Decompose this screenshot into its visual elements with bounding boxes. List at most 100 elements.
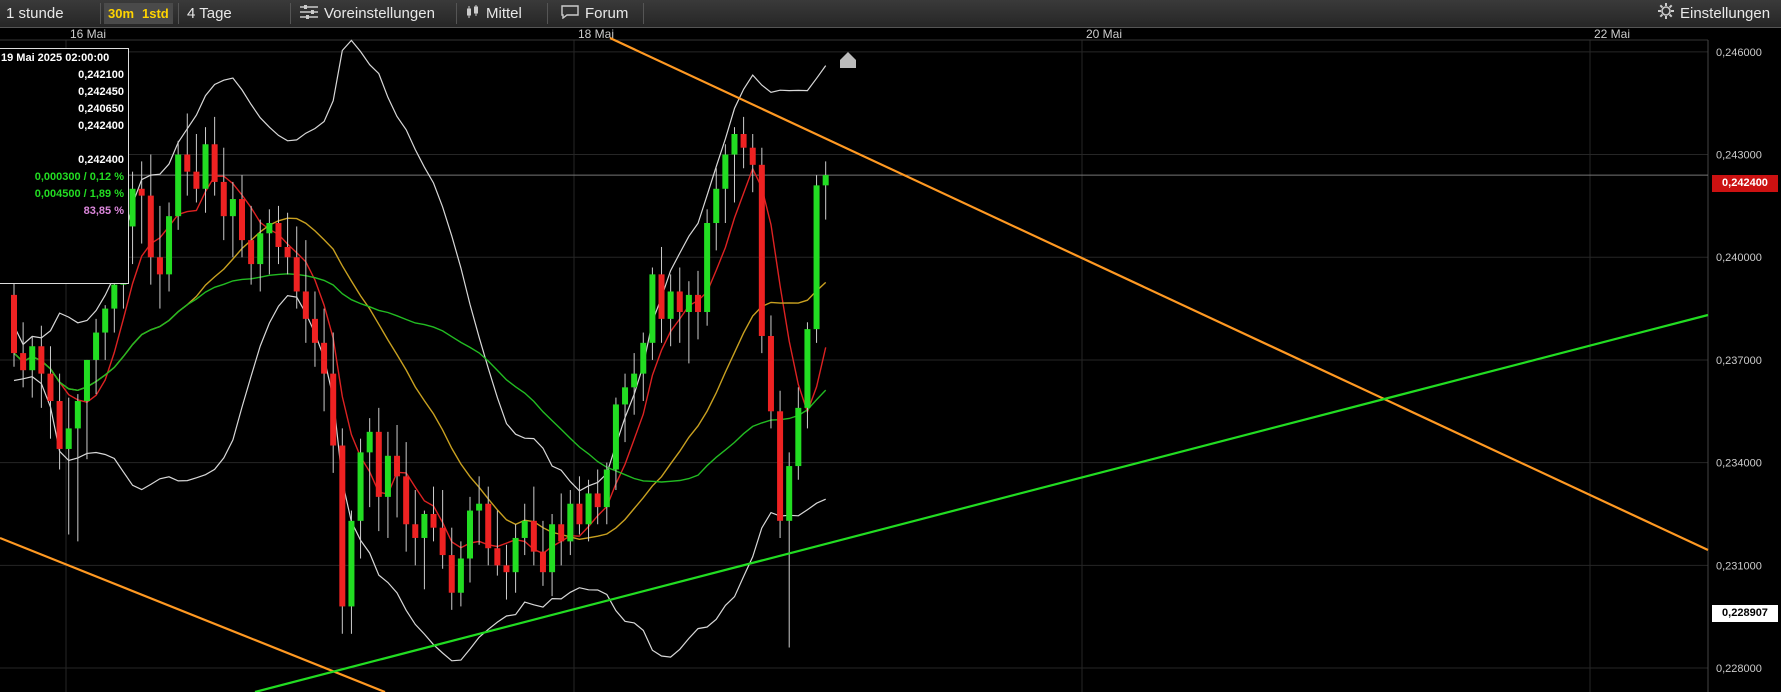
candle-down [193,171,200,189]
resistance-line-lower [0,536,386,692]
y-tick-label: 0,234000 [1716,458,1762,470]
period-select[interactable]: 1 stunde [6,0,64,27]
candle-up [612,404,619,470]
candle-up [74,401,81,429]
candle-down [430,513,437,528]
toolbar-divider [456,3,457,24]
scroll-marker-icon[interactable] [840,52,856,68]
candle-down [439,527,446,556]
candle-down [767,335,774,412]
candle-down [248,240,255,265]
price-chart[interactable]: 16 Mai 18 Mai 20 Mai 22 Mai 0,228000 0,23100… [0,28,1781,692]
candle-down [211,144,218,182]
range-select[interactable]: 4 Tage [187,0,232,27]
candle-up [667,291,674,319]
average-button[interactable]: Mittel [466,0,522,27]
tooltip-low: 0,240650 [78,103,124,115]
chat-bubble-icon [561,1,579,28]
tooltip-last: 0,242400 [78,154,124,166]
candle-up [421,513,428,538]
candle-down [220,181,227,217]
candle-up [713,188,720,224]
tooltip-date: 19 Mai 2025 02:00:00 [1,52,110,64]
candle-down [302,291,309,319]
candle-down [676,291,683,313]
settings-button[interactable]: Einstellungen [1658,0,1770,27]
moving-average-mid-line [13,217,827,541]
candle-up [266,223,273,234]
candle-up [603,469,610,508]
candle-up [384,455,391,497]
y-tick-label: 0,246000 [1716,47,1762,59]
candle-up [476,503,483,511]
candle-up [166,216,173,275]
candle-down [156,257,163,275]
candle-up [366,431,373,453]
candle-up [102,308,109,333]
candle-up [631,373,638,388]
toolbar-divider [100,3,101,24]
x-axis-labels: 16 Mai 18 Mai 20 Mai 22 Mai [70,28,1630,41]
y-tick-label: 0,228000 [1716,663,1762,675]
candle-up [229,199,236,217]
candle-down [11,294,17,354]
candle-up [685,294,692,313]
candle-up [129,188,136,227]
candle-up [457,558,464,593]
x-tick-label: 18 Mai [578,28,614,41]
toolbar-divider [290,3,291,24]
bollinger-lower-line [13,294,826,662]
candle-down [330,373,337,446]
candle-up [731,134,738,155]
tooltip-change-range: 0,004500 / 1,89 % [34,188,124,200]
candle-up [585,493,592,525]
candle-up [111,284,118,309]
y-tick-label: 0,240000 [1716,252,1762,264]
candle-down [293,257,300,292]
interval-30m-button[interactable]: 30m [104,3,139,24]
x-tick-label: 16 Mai [70,28,106,41]
candle-down [403,476,410,525]
tooltip-high: 0,242450 [78,86,124,98]
presets-button[interactable]: Voreinstellungen [300,0,435,27]
candle-up [83,359,90,402]
candle-down [394,455,401,477]
candle-down [47,373,54,402]
x-tick-label: 20 Mai [1086,28,1122,41]
candle-up [704,223,711,313]
tooltip-change-abs: 0,000300 / 0,12 % [34,171,124,183]
candle-up [549,524,556,573]
gear-icon [1658,1,1674,28]
toolbar-divider [547,3,548,24]
candlestick-icon [466,1,480,28]
average-label: Mittel [486,5,522,22]
candle-down [485,503,492,549]
candle-down [576,503,583,525]
candle-down [412,524,419,538]
candle-down [56,401,63,449]
trend-lines [0,37,1709,692]
candle-up [202,144,209,189]
candle-up [357,452,364,521]
candle-up [93,332,100,360]
forum-button[interactable]: Forum [561,0,628,27]
candle-up [257,233,264,265]
toolbar-divider [643,3,644,24]
candle-up [822,175,829,186]
y-axis-labels: 0,228000 0,231000 0,234000 0,237000 0,240000… [1716,47,1762,675]
x-tick-label: 22 Mai [1594,28,1630,41]
toolbar: 1 stunde 30m 1std 4 Tage Voreinstellunge… [0,0,1781,28]
candle-up [567,503,574,542]
candle-down [448,555,455,593]
candle-down [138,188,145,196]
presets-label: Voreinstellungen [324,5,435,22]
candle-down [284,246,291,258]
candle-down [38,346,45,374]
bollinger-upper-line [13,39,827,492]
y-tick-label: 0,237000 [1716,355,1762,367]
candle-down [239,199,245,241]
candle-up [640,342,647,374]
candle-down [321,342,328,374]
candle-up [348,520,355,607]
interval-1std-button[interactable]: 1std [138,3,173,24]
